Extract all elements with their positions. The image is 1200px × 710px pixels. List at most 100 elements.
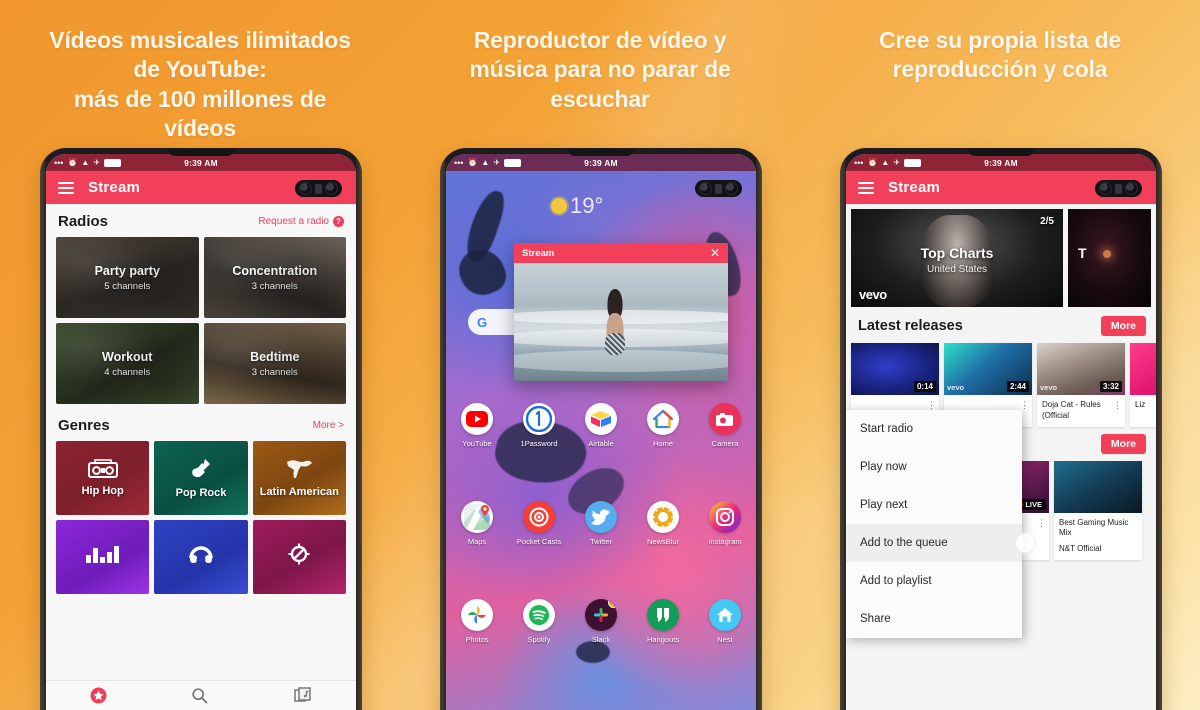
hero-card-top-charts[interactable]: 2/5 Top Charts United States vevo: [851, 209, 1063, 307]
app-photos[interactable]: Photos: [446, 599, 508, 644]
close-x-icon[interactable]: ✕: [710, 247, 720, 259]
nav-item-discover[interactable]: Discover: [80, 687, 117, 710]
app-title: Stream: [888, 179, 941, 196]
hero-subtitle: United States: [926, 264, 988, 275]
video-channel-meta: N&T Official: [1054, 544, 1142, 560]
app-nest[interactable]: Nest: [694, 599, 756, 644]
app-slack[interactable]: 1 Slack: [570, 599, 632, 644]
context-menu-item-add-to-the-queue[interactable]: Add to the queue: [846, 524, 1036, 562]
app-label: 1Password: [520, 439, 558, 448]
video-duration: 3:32: [1099, 381, 1122, 392]
app-twitter[interactable]: Twitter: [570, 501, 632, 546]
app-camera[interactable]: Camera: [694, 403, 756, 448]
app-label: Hangouts: [646, 635, 680, 644]
app-label: NewsBlur: [646, 537, 680, 546]
camera-icon: [709, 403, 741, 435]
video-card[interactable]: Best Gaming Music Mix N&T Official: [1054, 460, 1142, 560]
context-menu-item-play-now[interactable]: Play now: [846, 448, 1022, 486]
context-menu-item-share[interactable]: Share: [846, 600, 1022, 638]
radio-card[interactable]: Bedtime 3 channels: [203, 323, 346, 404]
context-menu-item-start-radio[interactable]: Start radio: [846, 410, 1022, 448]
app-label: Slack: [591, 635, 611, 644]
radio-card[interactable]: Concentration 3 channels: [203, 237, 346, 318]
hero-artwork: [921, 215, 993, 307]
kebab-menu-icon[interactable]: ⋮: [1020, 400, 1029, 409]
onepassword-icon: [523, 403, 555, 435]
video-context-menu: Start radio Play now Play next Add to th…: [846, 410, 1036, 638]
electric-guitar-icon: [189, 457, 213, 481]
context-menu-item-add-to-playlist[interactable]: Add to playlist: [846, 562, 1022, 600]
second-row-more-button[interactable]: More: [1100, 433, 1146, 454]
vevo-watermark: vevo: [859, 287, 887, 302]
weather-temperature: 19°: [570, 193, 604, 218]
equalizer-icon: [86, 545, 120, 563]
nav-item-search[interactable]: Search: [184, 687, 214, 710]
hero-card-next[interactable]: T: [1068, 209, 1151, 307]
context-menu-label: Play now: [860, 461, 907, 473]
bottom-navigation: Discover Search My music: [46, 680, 356, 710]
screenshot-panel-1: Vídeos musicales ilimitados de YouTube: …: [0, 0, 400, 710]
weather-widget[interactable]: 19°: [551, 193, 603, 219]
app-label: Spotify: [527, 635, 551, 644]
app-home[interactable]: Home: [632, 403, 694, 448]
kebab-menu-icon[interactable]: ⋮: [1037, 518, 1046, 529]
app-label: Twitter: [589, 537, 613, 546]
wallpaper-ink-blot: [452, 242, 512, 302]
genre-card-headphones[interactable]: [154, 520, 248, 594]
stream-floating-player[interactable]: Stream ✕: [514, 243, 728, 381]
app-row-2: Maps Pocket Casts Twitter NewsBlur Insta…: [446, 501, 756, 546]
genres-more-link[interactable]: More >: [313, 420, 344, 431]
context-menu-label: Add to the queue: [860, 537, 948, 549]
video-card[interactable]: vevo 3:32 Doja Cat - Rules (Official ⋮: [1037, 343, 1125, 427]
nav-item-my-music[interactable]: My music: [282, 686, 322, 710]
app-instagram[interactable]: Instagram: [694, 501, 756, 546]
latin-america-map-icon: [284, 458, 314, 480]
video-card[interactable]: Liz: [1130, 343, 1156, 427]
context-menu-item-play-next[interactable]: Play next: [846, 486, 1022, 524]
genre-card-latin-american[interactable]: Latin American: [252, 441, 346, 515]
carousel-counter: 2/5: [1040, 216, 1054, 227]
video-meta: Liz: [1130, 395, 1156, 416]
request-a-radio-link[interactable]: Request a radio ?: [258, 216, 344, 227]
google-g-icon: G: [477, 314, 488, 330]
context-menu-label: Share: [860, 613, 891, 625]
genre-card-other[interactable]: [252, 520, 346, 594]
camera-flash-icon: [315, 183, 322, 194]
no-sign-icon: [287, 542, 311, 566]
app-airtable[interactable]: Airtable: [570, 403, 632, 448]
video-surface[interactable]: [514, 263, 728, 381]
slack-icon: 1: [585, 599, 617, 631]
video-duration: 0:14: [913, 381, 936, 392]
radio-card[interactable]: Party party 5 channels: [56, 237, 199, 318]
context-menu-label: Start radio: [860, 423, 914, 435]
genre-card-electronic[interactable]: [56, 520, 150, 594]
status-bar: ••• ⏰ ▲ ✈ 9:39 AM: [46, 154, 356, 171]
android-home-screen: 19° G Stream ✕ YouTube 1Password Airtabl…: [446, 171, 756, 710]
hamburger-menu-icon[interactable]: [58, 179, 74, 197]
app-hangouts[interactable]: Hangouts: [632, 599, 694, 644]
google-maps-icon: [461, 501, 493, 533]
genre-card-hip-hop[interactable]: Hip Hop: [56, 441, 150, 515]
genre-label: Pop Rock: [175, 486, 227, 499]
app-newsblur[interactable]: NewsBlur: [632, 501, 694, 546]
camera-lens-icon: [699, 182, 712, 195]
hamburger-menu-icon[interactable]: [858, 179, 874, 197]
kebab-menu-icon[interactable]: ⋮: [1113, 400, 1122, 422]
app-label: Home: [652, 439, 673, 448]
latest-releases-more-button[interactable]: More: [1100, 316, 1146, 336]
genres-grid: Hip Hop Pop Rock Latin American: [46, 441, 356, 594]
app-youtube[interactable]: YouTube: [446, 403, 508, 448]
question-mark-icon[interactable]: ?: [333, 216, 344, 227]
genre-card-pop-rock[interactable]: Pop Rock: [154, 441, 248, 515]
app-spotify[interactable]: Spotify: [508, 599, 570, 644]
card-texture: [203, 323, 346, 404]
app-maps[interactable]: Maps: [446, 501, 508, 546]
panel-2-headline: Reproductor de vídeo y música para no pa…: [469, 27, 731, 112]
genre-label: Latin American: [259, 485, 339, 498]
app-1password[interactable]: 1Password: [508, 403, 570, 448]
app-label: Camera: [711, 439, 739, 448]
headphones-icon: [188, 543, 214, 565]
radio-card[interactable]: Workout 4 channels: [56, 323, 199, 404]
app-pocket-casts[interactable]: Pocket Casts: [508, 501, 570, 546]
kebab-menu-icon[interactable]: ⋮: [927, 400, 936, 409]
